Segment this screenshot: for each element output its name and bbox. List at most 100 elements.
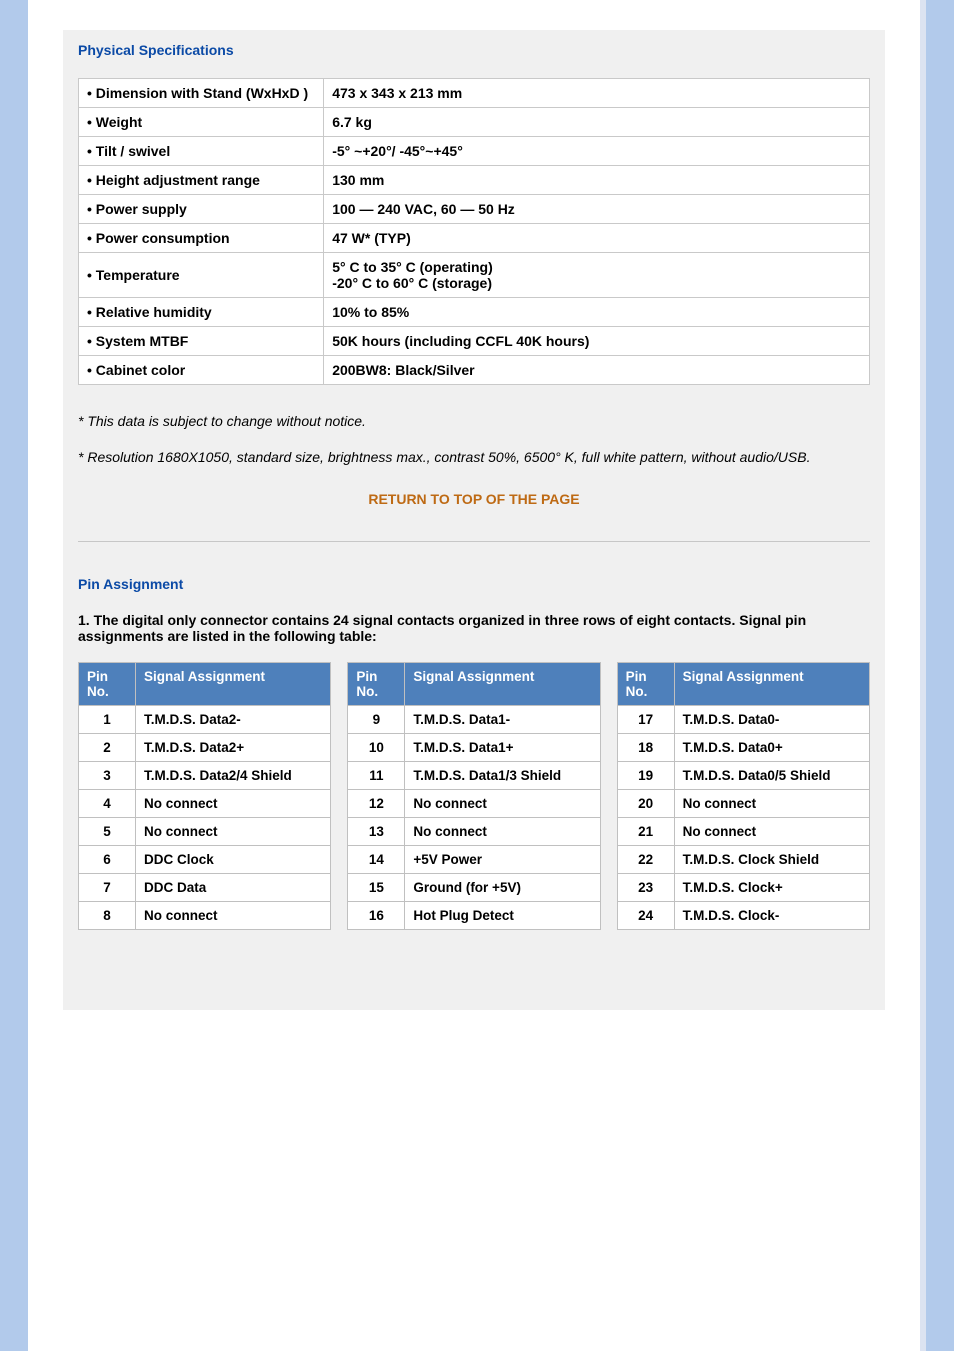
table-row: • Tilt / swivel-5° ~+20°/ -45°~+45°: [79, 137, 870, 166]
table-row: 10T.M.D.S. Data1+: [348, 734, 600, 762]
pin-signal: Hot Plug Detect: [405, 902, 600, 930]
pin-signal: No connect: [405, 790, 600, 818]
pin-table-col3: Pin No. Signal Assignment 17T.M.D.S. Dat…: [617, 662, 870, 930]
table-row: 18T.M.D.S. Data0+: [617, 734, 869, 762]
pin-no: 24: [617, 902, 674, 930]
table-row: • Power supply100 — 240 VAC, 60 — 50 Hz: [79, 195, 870, 224]
pin-signal: T.M.D.S. Data0+: [674, 734, 869, 762]
pin-no: 22: [617, 846, 674, 874]
pin-intro-text: 1. The digital only connector contains 2…: [78, 612, 870, 644]
table-row: 7DDC Data: [79, 874, 331, 902]
heading-pin-assignment: Pin Assignment: [78, 576, 870, 592]
table-row: • Dimension with Stand (WxHxD )473 x 343…: [79, 79, 870, 108]
table-row: 9T.M.D.S. Data1-: [348, 706, 600, 734]
pin-header-signal: Signal Assignment: [136, 663, 331, 706]
pin-signal: T.M.D.S. Data2+: [136, 734, 331, 762]
table-row: 2T.M.D.S. Data2+: [79, 734, 331, 762]
spec-label: • Height adjustment range: [79, 166, 324, 195]
spec-label: • Cabinet color: [79, 356, 324, 385]
pin-signal: T.M.D.S. Data1/3 Shield: [405, 762, 600, 790]
table-row: 24T.M.D.S. Clock-: [617, 902, 869, 930]
spec-value: 200BW8: Black/Silver: [324, 356, 870, 385]
table-row: • Weight6.7 kg: [79, 108, 870, 137]
spec-label: • System MTBF: [79, 327, 324, 356]
pin-header-no: Pin No.: [79, 663, 136, 706]
pin-header-signal: Signal Assignment: [405, 663, 600, 706]
table-row: 21No connect: [617, 818, 869, 846]
table-row: 17T.M.D.S. Data0-: [617, 706, 869, 734]
table-row: 8No connect: [79, 902, 331, 930]
table-row: 20No connect: [617, 790, 869, 818]
pin-table-col1: Pin No. Signal Assignment 1T.M.D.S. Data…: [78, 662, 331, 930]
pin-signal: T.M.D.S. Data2-: [136, 706, 331, 734]
pin-no: 6: [79, 846, 136, 874]
pin-signal: T.M.D.S. Data1+: [405, 734, 600, 762]
footnote-2: * Resolution 1680X1050, standard size, b…: [78, 449, 870, 465]
pin-no: 8: [79, 902, 136, 930]
pin-no: 21: [617, 818, 674, 846]
pin-no: 5: [79, 818, 136, 846]
pin-signal: T.M.D.S. Data0/5 Shield: [674, 762, 869, 790]
pin-signal: T.M.D.S. Clock+: [674, 874, 869, 902]
spec-label: • Dimension with Stand (WxHxD ): [79, 79, 324, 108]
return-to-top: RETURN TO TOP OF THE PAGE: [78, 491, 870, 507]
spec-label: • Weight: [79, 108, 324, 137]
spec-value: -5° ~+20°/ -45°~+45°: [324, 137, 870, 166]
spec-value: 5° C to 35° C (operating) -20° C to 60° …: [324, 253, 870, 298]
pin-no: 12: [348, 790, 405, 818]
spec-value: 6.7 kg: [324, 108, 870, 137]
spec-value: 473 x 343 x 213 mm: [324, 79, 870, 108]
pin-table-col2: Pin No. Signal Assignment 9T.M.D.S. Data…: [347, 662, 600, 930]
pin-signal: T.M.D.S. Clock Shield: [674, 846, 869, 874]
pin-signal: T.M.D.S. Data0-: [674, 706, 869, 734]
pin-signal: No connect: [136, 818, 331, 846]
pin-signal: No connect: [136, 902, 331, 930]
table-row: • Cabinet color200BW8: Black/Silver: [79, 356, 870, 385]
table-row: 16Hot Plug Detect: [348, 902, 600, 930]
pin-signal: Ground (for +5V): [405, 874, 600, 902]
spec-label: • Tilt / swivel: [79, 137, 324, 166]
table-row: 23T.M.D.S. Clock+: [617, 874, 869, 902]
pin-no: 11: [348, 762, 405, 790]
table-row: 14+5V Power: [348, 846, 600, 874]
pin-signal: +5V Power: [405, 846, 600, 874]
pin-no: 19: [617, 762, 674, 790]
table-row: • Temperature5° C to 35° C (operating) -…: [79, 253, 870, 298]
pin-no: 10: [348, 734, 405, 762]
pin-no: 2: [79, 734, 136, 762]
table-row: 12No connect: [348, 790, 600, 818]
table-row: 3T.M.D.S. Data2/4 Shield: [79, 762, 331, 790]
pin-signal: DDC Clock: [136, 846, 331, 874]
pin-signal: T.M.D.S. Data2/4 Shield: [136, 762, 331, 790]
pin-no: 4: [79, 790, 136, 818]
pin-signal: No connect: [674, 790, 869, 818]
pin-no: 1: [79, 706, 136, 734]
spec-label: • Power consumption: [79, 224, 324, 253]
pin-header-signal: Signal Assignment: [674, 663, 869, 706]
pin-no: 9: [348, 706, 405, 734]
pin-no: 13: [348, 818, 405, 846]
content-area: Physical Specifications • Dimension with…: [63, 30, 885, 1010]
spec-value: 47 W* (TYP): [324, 224, 870, 253]
footnote-1: * This data is subject to change without…: [78, 413, 870, 429]
spec-label: • Relative humidity: [79, 298, 324, 327]
divider: [78, 541, 870, 542]
pin-no: 18: [617, 734, 674, 762]
spec-value: 130 mm: [324, 166, 870, 195]
return-to-top-link[interactable]: RETURN TO TOP OF THE PAGE: [368, 491, 579, 507]
table-row: 15Ground (for +5V): [348, 874, 600, 902]
table-row: 5No connect: [79, 818, 331, 846]
pin-tables-wrap: Pin No. Signal Assignment 1T.M.D.S. Data…: [78, 662, 870, 930]
pin-no: 16: [348, 902, 405, 930]
pin-header-no: Pin No.: [348, 663, 405, 706]
pin-no: 17: [617, 706, 674, 734]
pin-no: 15: [348, 874, 405, 902]
table-row: • Height adjustment range 130 mm: [79, 166, 870, 195]
pin-signal: T.M.D.S. Data1-: [405, 706, 600, 734]
table-row: 11T.M.D.S. Data1/3 Shield: [348, 762, 600, 790]
table-row: 6DDC Clock: [79, 846, 331, 874]
spec-value: 100 — 240 VAC, 60 — 50 Hz: [324, 195, 870, 224]
table-row: 19T.M.D.S. Data0/5 Shield: [617, 762, 869, 790]
pin-signal: T.M.D.S. Clock-: [674, 902, 869, 930]
pin-header-no: Pin No.: [617, 663, 674, 706]
